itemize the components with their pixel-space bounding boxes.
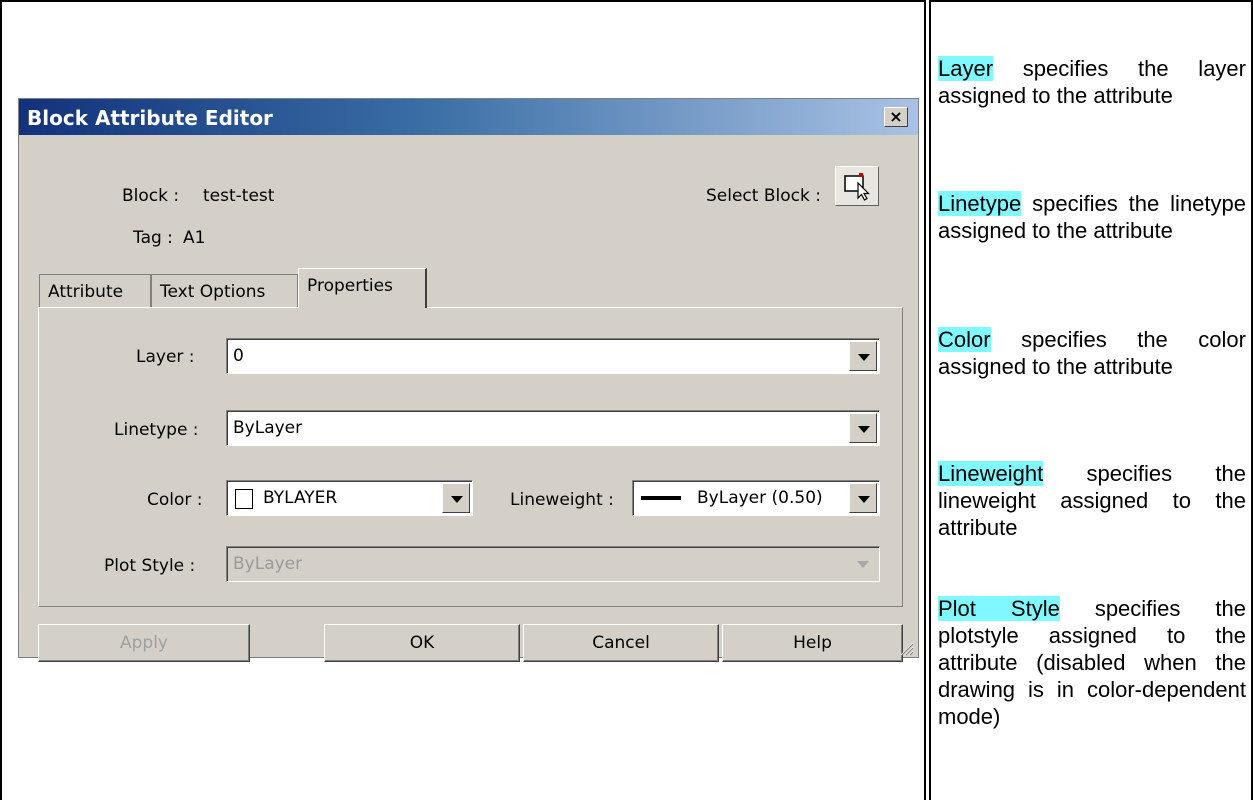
help-button-label: Help — [793, 633, 832, 653]
tab-text-options-label: Text Options — [160, 282, 266, 302]
tab-attribute-label: Attribute — [48, 282, 124, 302]
description-plot-style: Plot Style specifies the plotstyle assig… — [938, 595, 1246, 730]
tab-properties-label: Properties — [307, 276, 393, 296]
dialog-title: Block Attribute Editor — [27, 106, 273, 130]
term-lineweight: Lineweight — [938, 461, 1044, 486]
select-objects-icon — [844, 173, 870, 201]
color-swatch — [235, 489, 253, 509]
apply-button-label: Apply — [120, 633, 168, 653]
color-value: BYLAYER — [263, 488, 338, 508]
color-label: Color : — [147, 490, 203, 510]
plot-style-label: Plot Style : — [104, 556, 196, 576]
tab-properties[interactable]: Properties — [298, 268, 427, 308]
cancel-button[interactable]: Cancel — [523, 624, 719, 662]
tab-attribute[interactable]: Attribute — [39, 274, 151, 308]
lineweight-label: Lineweight : — [510, 490, 614, 510]
tab-text-options[interactable]: Text Options — [151, 274, 298, 308]
block-value: test-test — [203, 186, 275, 206]
tag-value: A1 — [183, 228, 206, 248]
term-plot-style: Plot Style — [938, 596, 1060, 621]
close-button[interactable]: × — [884, 107, 908, 127]
block-label: Block : — [122, 186, 180, 206]
lineweight-sample — [641, 496, 681, 500]
resize-grip-icon[interactable] — [898, 640, 914, 656]
ok-button[interactable]: OK — [324, 624, 520, 662]
layer-value: 0 — [233, 346, 244, 366]
close-icon: × — [889, 107, 903, 126]
layer-label: Layer : — [136, 347, 195, 367]
term-linetype: Linetype — [938, 191, 1022, 216]
linetype-dropdown[interactable]: ByLayer — [226, 410, 880, 446]
term-color: Color — [938, 327, 991, 352]
plot-style-dropdown: ByLayer — [226, 546, 880, 582]
chevron-down-icon[interactable] — [442, 483, 470, 513]
description-linetype: Linetype specifies the linetype assigned… — [938, 190, 1246, 244]
cell-divider — [924, 0, 926, 800]
help-button[interactable]: Help — [722, 624, 903, 662]
chevron-down-icon — [849, 549, 877, 579]
chevron-down-icon[interactable] — [849, 483, 877, 513]
description-color: Color specifies the color assigned to th… — [938, 326, 1246, 380]
color-dropdown[interactable]: BYLAYER — [226, 480, 473, 516]
description-layer: Layer specifies the layer assigned to th… — [938, 55, 1246, 109]
apply-button: Apply — [38, 624, 250, 662]
title-bar[interactable]: Block Attribute Editor × — [19, 99, 918, 135]
linetype-value: ByLayer — [233, 418, 303, 438]
plot-style-value: ByLayer — [233, 554, 303, 574]
linetype-label: Linetype : — [114, 420, 199, 440]
select-block-button[interactable] — [835, 166, 879, 206]
cancel-button-label: Cancel — [592, 633, 650, 653]
lineweight-dropdown[interactable]: ByLayer (0.50) — [632, 480, 880, 516]
layer-dropdown[interactable]: 0 — [226, 338, 880, 374]
select-block-label: Select Block : — [706, 186, 821, 206]
ok-button-label: OK — [409, 633, 435, 653]
term-layer: Layer — [938, 56, 994, 81]
tag-label: Tag : — [133, 228, 173, 248]
chevron-down-icon[interactable] — [849, 341, 877, 371]
lineweight-value: ByLayer (0.50) — [697, 488, 823, 508]
chevron-down-icon[interactable] — [849, 413, 877, 443]
description-lineweight: Lineweight specifies the lineweight assi… — [938, 460, 1246, 541]
